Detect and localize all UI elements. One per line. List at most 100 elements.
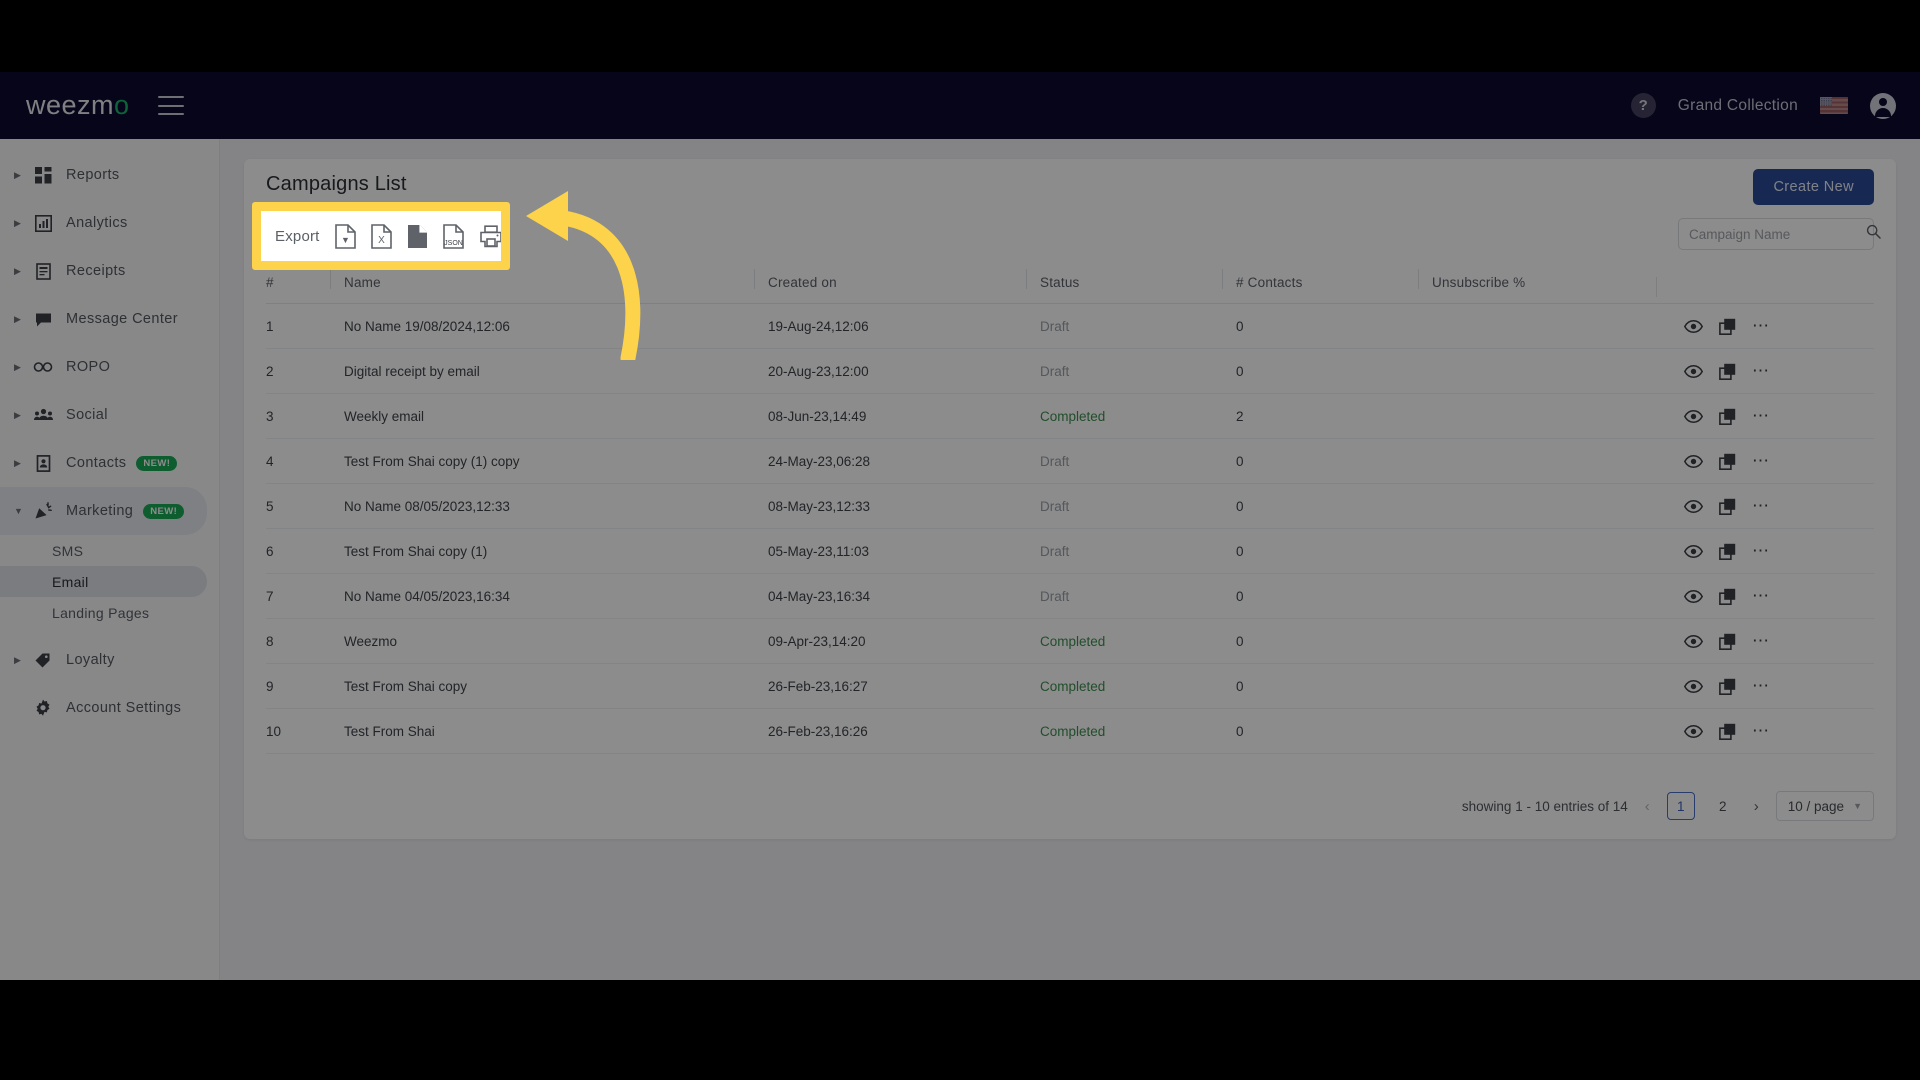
preview-icon[interactable]: [1684, 589, 1703, 603]
search-box[interactable]: [1678, 218, 1881, 250]
row-actions: ⋯: [1670, 632, 1874, 650]
preview-icon[interactable]: [1684, 454, 1703, 468]
sidebar-item-marketing[interactable]: ▼ Marketing NEW!: [0, 487, 207, 535]
sidebar-item-label: Receipts: [66, 263, 126, 279]
more-icon[interactable]: ⋯: [1752, 632, 1771, 649]
more-icon[interactable]: ⋯: [1752, 587, 1771, 604]
people-icon: [28, 408, 58, 422]
export-excel-button[interactable]: X: [370, 223, 392, 249]
cell-contacts: 0: [1236, 498, 1244, 514]
cell-contacts: 0: [1236, 633, 1244, 649]
hamburger-icon[interactable]: [157, 96, 184, 115]
preview-icon[interactable]: [1684, 409, 1703, 423]
print-button[interactable]: [479, 224, 503, 248]
cell-name: Test From Shai copy (1) copy: [344, 453, 520, 469]
preview-icon[interactable]: [1684, 634, 1703, 648]
more-icon[interactable]: ⋯: [1752, 677, 1771, 694]
page-button-2[interactable]: 2: [1709, 792, 1737, 820]
search-icon[interactable]: [1866, 224, 1881, 244]
sidebar-item-sms[interactable]: SMS: [0, 535, 207, 566]
sidebar-item-ropo[interactable]: ▶ ROPO: [0, 343, 219, 391]
create-new-button[interactable]: Create New: [1753, 169, 1874, 205]
preview-icon[interactable]: [1684, 679, 1703, 693]
cell-contacts: 0: [1236, 363, 1244, 379]
sidebar-item-account-settings[interactable]: Account Settings: [0, 684, 219, 732]
cell-created: 19-Aug-24,12:06: [768, 318, 869, 334]
table-row[interactable]: 9 Test From Shai copy 26-Feb-23,16:27 Compl…: [266, 664, 1874, 709]
duplicate-icon[interactable]: [1719, 678, 1736, 695]
us-flag-icon[interactable]: [1820, 97, 1848, 114]
export-json-button[interactable]: JSON: [442, 223, 464, 249]
more-icon[interactable]: ⋯: [1752, 542, 1771, 559]
page-button-1[interactable]: 1: [1666, 792, 1695, 820]
sidebar-item-label: Reports: [66, 167, 120, 183]
more-icon[interactable]: ⋯: [1752, 497, 1771, 514]
svg-text:X: X: [378, 235, 385, 246]
more-icon[interactable]: ⋯: [1752, 722, 1771, 739]
table-row[interactable]: 5 No Name 08/05/2023,12:33 08-May-23,12:33…: [266, 484, 1874, 529]
more-icon[interactable]: ⋯: [1752, 362, 1771, 379]
more-icon[interactable]: ⋯: [1752, 407, 1771, 424]
preview-icon[interactable]: [1684, 544, 1703, 558]
sidebar-item-loyalty[interactable]: ▶ Loyalty: [0, 636, 219, 684]
table-row[interactable]: 10 Test From Shai 26-Feb-23,16:26 Completed…: [266, 709, 1874, 754]
duplicate-icon[interactable]: [1719, 723, 1736, 740]
duplicate-icon[interactable]: [1719, 588, 1736, 605]
chevron-right-icon: ▶: [14, 457, 21, 468]
account-name[interactable]: Grand Collection: [1678, 97, 1798, 115]
table-row[interactable]: 7 No Name 04/05/2023,16:34 04-May-23,16:34…: [266, 574, 1874, 619]
duplicate-icon[interactable]: [1719, 498, 1736, 515]
user-avatar-icon[interactable]: [1870, 92, 1896, 119]
duplicate-icon[interactable]: [1719, 543, 1736, 560]
sidebar-item-landing-pages[interactable]: Landing Pages: [0, 597, 207, 628]
duplicate-icon[interactable]: [1719, 318, 1736, 335]
weezmo-logo[interactable]: weezm o: [26, 90, 130, 121]
table-row[interactable]: 8 Weezmo 09-Apr-23,14:20 Completed 0 ⋯: [266, 619, 1874, 664]
duplicate-icon[interactable]: [1719, 633, 1736, 650]
chevron-right-icon: ▶: [14, 313, 21, 324]
grid-icon: [28, 166, 58, 184]
table-row[interactable]: 3 Weekly email 08-Jun-23,14:49 Completed 2 ⋯: [266, 394, 1874, 439]
table-row[interactable]: 1 No Name 19/08/2024,12:06 19-Aug-24,12:06…: [266, 304, 1874, 349]
cell-contacts: 0: [1236, 678, 1244, 694]
more-icon[interactable]: ⋯: [1752, 317, 1771, 334]
sidebar-item-reports[interactable]: ▶ Reports: [0, 151, 219, 199]
cell-contacts: 0: [1236, 588, 1244, 604]
sidebar-item-receipts[interactable]: ▶ Receipts: [0, 247, 219, 295]
cell-name: Digital receipt by email: [344, 363, 480, 379]
export-toolbar[interactable]: Export ▼ X JSON: [261, 211, 503, 261]
duplicate-icon[interactable]: [1719, 453, 1736, 470]
table-row[interactable]: 6 Test From Shai copy (1) 05-May-23,11:03 D…: [266, 529, 1874, 574]
cell-name: Test From Shai copy (1): [344, 543, 488, 559]
cell-name: Weezmo: [344, 633, 398, 649]
chevron-right-icon[interactable]: ›: [1751, 798, 1762, 815]
cell-status: Draft: [1040, 543, 1070, 559]
sidebar-item-analytics[interactable]: ▶ Analytics: [0, 199, 219, 247]
export-csv-button[interactable]: [407, 224, 428, 249]
help-icon[interactable]: ?: [1630, 93, 1656, 118]
badge-new: NEW!: [136, 455, 178, 471]
row-actions: ⋯: [1670, 587, 1874, 605]
table-row[interactable]: 2 Digital receipt by email 20-Aug-23,12:00…: [266, 349, 1874, 394]
duplicate-icon[interactable]: [1719, 408, 1736, 425]
more-icon[interactable]: ⋯: [1752, 452, 1771, 469]
sidebar-item-label: Analytics: [66, 215, 128, 231]
export-pdf-button[interactable]: ▼: [334, 223, 356, 249]
duplicate-icon[interactable]: [1719, 363, 1736, 380]
sidebar-item-contacts[interactable]: ▶ Contacts NEW!: [0, 439, 219, 487]
search-input[interactable]: [1689, 226, 1866, 242]
chevron-left-icon[interactable]: ‹: [1642, 798, 1653, 815]
cell-status: Draft: [1040, 453, 1070, 469]
preview-icon[interactable]: [1684, 319, 1703, 333]
preview-icon[interactable]: [1684, 724, 1703, 738]
tag-icon: [28, 652, 58, 669]
table-row[interactable]: 4 Test From Shai copy (1) copy 24-May-23,0…: [266, 439, 1874, 484]
sidebar-item-social[interactable]: ▶ Social: [0, 391, 219, 439]
preview-icon[interactable]: [1684, 499, 1703, 513]
cell-index: 7: [266, 588, 274, 604]
page-size-select[interactable]: 10 / page ▼: [1775, 791, 1874, 821]
cell-status: Completed: [1040, 633, 1106, 649]
preview-icon[interactable]: [1684, 364, 1703, 378]
sidebar-item-email[interactable]: Email: [0, 566, 207, 597]
sidebar-item-message-center[interactable]: ▶ Message Center: [0, 295, 219, 343]
